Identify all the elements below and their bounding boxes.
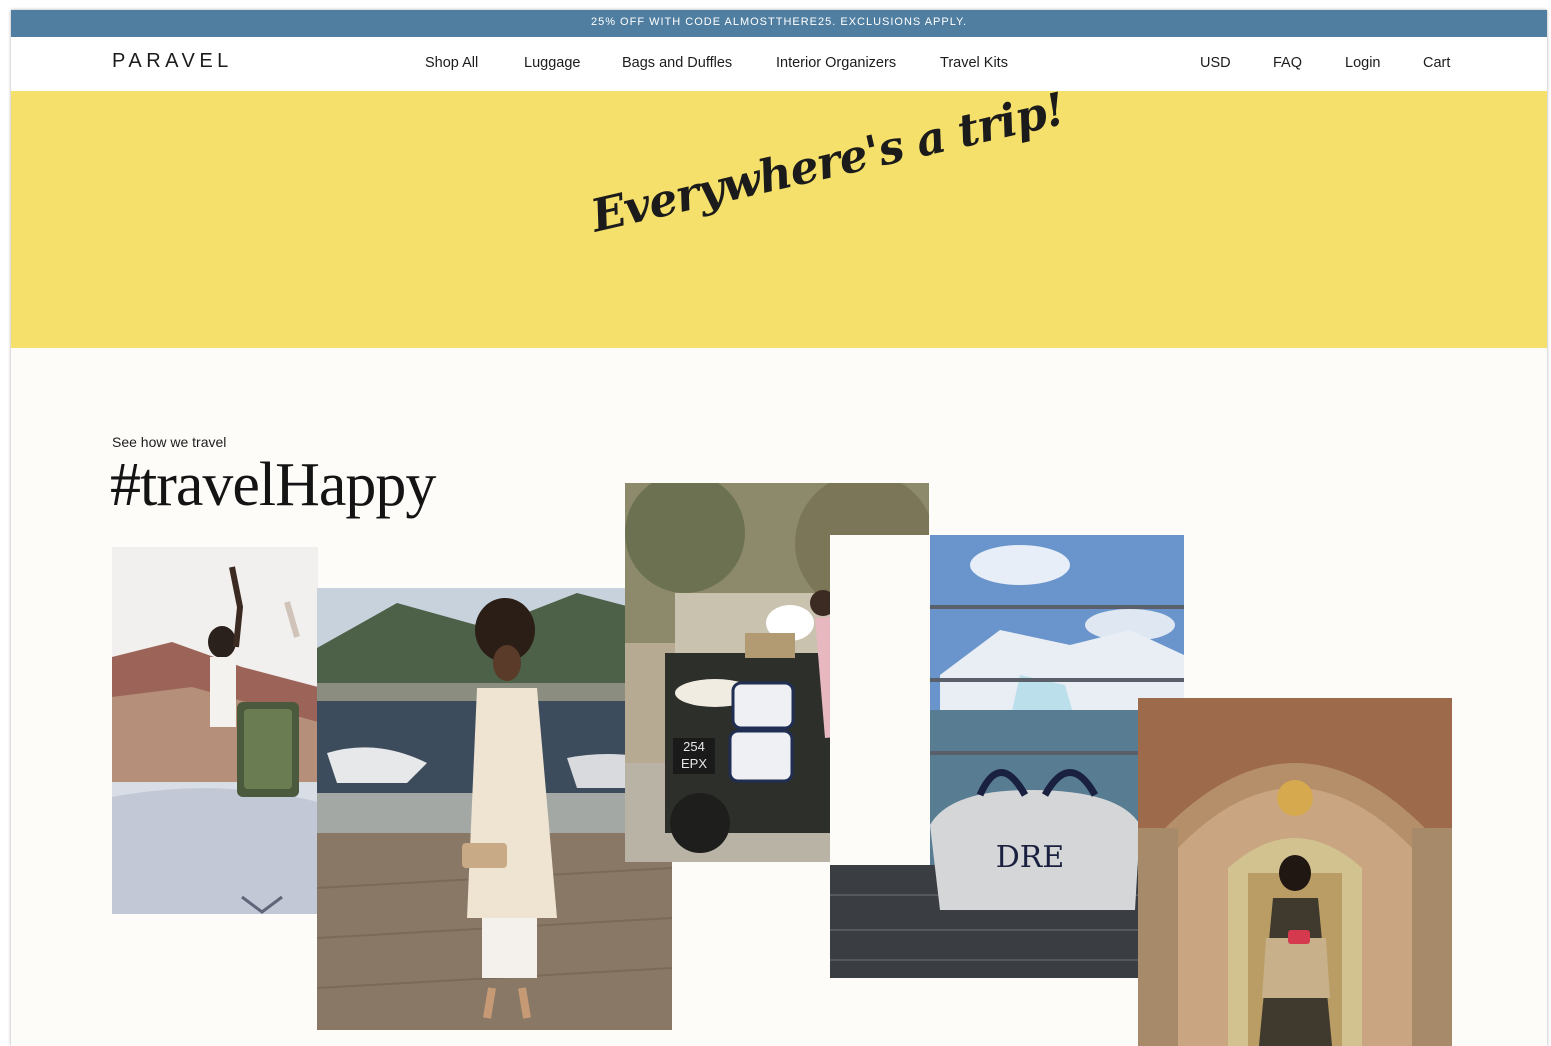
gallery-hashtag: #travelHappy (110, 451, 436, 519)
browser-viewport: 25% OFF WITH CODE ALMOSTTHERE25. EXCLUSI… (11, 10, 1547, 1046)
faq-link[interactable]: FAQ (1273, 55, 1302, 71)
nav-shop-all[interactable]: Shop All (425, 55, 478, 71)
nav-bags-and-duffles[interactable]: Bags and Duffles (622, 55, 732, 71)
photo-desert-convertible[interactable] (112, 547, 318, 914)
currency-selector[interactable]: USD (1200, 55, 1231, 71)
gallery-kicker: See how we travel (112, 434, 227, 450)
hero-banner: Everywhere's a trip! (11, 82, 1547, 348)
photo-glacier-duffle[interactable]: DRE (830, 535, 1184, 978)
nav-travel-kits[interactable]: Travel Kits (940, 55, 1008, 71)
photo-lake-trenchcoat[interactable] (317, 588, 672, 1030)
nav-luggage[interactable]: Luggage (524, 55, 580, 71)
svg-text:EPX: EPX (681, 756, 707, 771)
svg-text:254: 254 (683, 739, 705, 754)
svg-text:DRE: DRE (996, 840, 1065, 875)
promo-banner[interactable]: 25% OFF WITH CODE ALMOSTTHERE25. EXCLUSI… (11, 10, 1547, 37)
site-header: PARAVEL Shop All Luggage Bags and Duffle… (11, 37, 1547, 91)
paravel-logo[interactable]: PARAVEL (112, 50, 233, 73)
login-link[interactable]: Login (1345, 55, 1380, 71)
photo-palace-doorway[interactable] (1138, 698, 1452, 1046)
cart-link[interactable]: Cart (1423, 55, 1450, 71)
nav-interior-organizers[interactable]: Interior Organizers (776, 55, 896, 71)
hero-headline: Everywhere's a trip! (586, 82, 1070, 243)
